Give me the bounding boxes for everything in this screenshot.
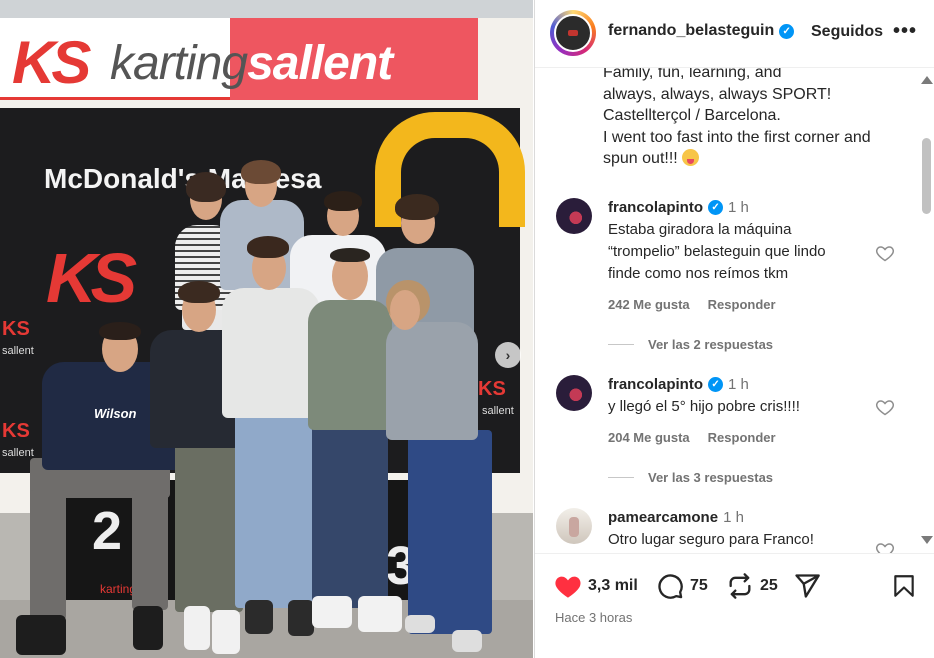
comment-time[interactable]: 1 h: [728, 376, 749, 393]
caption-line: spun out!!!: [603, 150, 678, 167]
comment-header: pamearcamone 1 h: [608, 509, 744, 526]
commenter-username[interactable]: francolapinto: [608, 376, 703, 393]
side-sallent-right: sallent: [482, 405, 514, 417]
author-avatar-image: [554, 14, 592, 52]
view-replies-label: Ver las 2 respuestas: [648, 337, 774, 352]
comment-bubble-icon: [658, 574, 683, 599]
bookmark-icon: [894, 575, 914, 597]
send-paper-plane-icon: [795, 574, 820, 598]
side-ks-logo-right: KS: [478, 378, 506, 400]
repost-button[interactable]: 25: [726, 572, 778, 600]
scrollbar-thumb[interactable]: [922, 138, 931, 214]
podium-brand: karting: [100, 582, 137, 596]
karting-banner: KS kartingsallent: [0, 18, 478, 100]
like-button[interactable]: 3,3 mil: [554, 572, 638, 600]
comment-text: Estaba giradora la máquina “trompelio” b…: [608, 219, 868, 285]
verified-badge-icon: ✓: [708, 200, 724, 215]
comment-meta: 204 Me gusta Responder: [608, 430, 776, 445]
banner-brand-light: karting: [110, 37, 248, 90]
comments-scrollbar[interactable]: [918, 68, 934, 553]
comment-reply-button[interactable]: Responder: [708, 297, 776, 312]
post-caption: Family, fun, learning, and always, alway…: [603, 68, 903, 170]
view-replies-button[interactable]: Ver las 3 respuestas: [608, 470, 773, 485]
shirt-text: Wilson: [94, 406, 137, 421]
scroll-down-arrow-icon[interactable]: [921, 536, 933, 544]
caption-line: Castellterçol / Barcelona.: [603, 107, 781, 124]
banner-brand-text: kartingsallent: [110, 36, 393, 91]
author-username-link[interactable]: fernando_belasteguin ✓: [608, 22, 795, 40]
likes-count: 3,3 mil: [588, 577, 638, 594]
board-ks-logo: KS: [46, 239, 137, 317]
carousel-next-button[interactable]: ›: [495, 342, 521, 368]
verified-badge-icon: ✓: [779, 23, 795, 39]
comment-line: finde como nos reímos tkm: [608, 265, 789, 282]
more-options-icon[interactable]: •••: [893, 20, 917, 43]
commenter-avatar[interactable]: [556, 375, 592, 411]
comment-like-heart-icon[interactable]: [875, 397, 895, 417]
post-header: fernando_belasteguin ✓ Seguidos •••: [535, 0, 934, 68]
comment-likes-count[interactable]: 204 Me gusta: [608, 430, 690, 445]
view-replies-button[interactable]: Ver las 2 respuestas: [608, 337, 773, 352]
side-sallent-left-2: sallent: [2, 447, 34, 459]
post-side-panel: fernando_belasteguin ✓ Seguidos ••• Fami…: [534, 0, 934, 658]
following-button[interactable]: Seguidos: [811, 23, 883, 41]
comment-text: Otro lugar seguro para Franco!: [608, 529, 868, 551]
repost-icon: [729, 573, 751, 599]
tongue-emoji-icon: [681, 149, 699, 166]
comment-text: y llegó el 5° hijo pobre cris!!!!: [608, 396, 868, 418]
verified-badge-icon: ✓: [708, 377, 724, 392]
banner-ks-logo: KS: [12, 29, 91, 96]
heart-filled-icon: [555, 576, 581, 598]
comments-list[interactable]: Family, fun, learning, and always, alway…: [535, 68, 918, 553]
banner-brand-bold: sallent: [247, 37, 393, 90]
commenter-username[interactable]: pamearcamone: [608, 509, 718, 526]
comment-button[interactable]: 75: [656, 572, 708, 600]
commenter-avatar[interactable]: [556, 198, 592, 234]
author-avatar[interactable]: [550, 10, 596, 56]
comment-likes-count[interactable]: 242 Me gusta: [608, 297, 690, 312]
replies-divider: [608, 477, 634, 478]
post-actions-bar: 3,3 mil 75 25 Hace 3 horas: [535, 553, 934, 658]
comment-meta: 242 Me gusta Responder: [608, 297, 776, 312]
commenter-username[interactable]: francolapinto: [608, 199, 703, 216]
side-ks-logo-left-2: KS: [2, 420, 30, 442]
caption-line: always, always, always SPORT!: [603, 85, 832, 103]
comment-line: Estaba giradora la máquina: [608, 221, 792, 238]
save-button[interactable]: [891, 572, 917, 600]
scroll-up-arrow-icon[interactable]: [921, 76, 933, 84]
share-button[interactable]: [793, 572, 821, 600]
caption-line-last: spun out!!!: [603, 148, 903, 170]
reposts-count: 25: [760, 577, 778, 594]
post-time-ago[interactable]: Hace 3 horas: [555, 610, 632, 625]
comment-reply-button[interactable]: Responder: [708, 430, 776, 445]
caption-line: Family, fun, learning, and: [603, 68, 782, 81]
post-photo[interactable]: KS kartingsallent McDonald's Manresa KS …: [0, 0, 533, 658]
commenter-avatar[interactable]: [556, 508, 592, 544]
comment-time[interactable]: 1 h: [728, 199, 749, 216]
podium-number-2: 2: [92, 501, 123, 561]
comment-line: Otro lugar seguro para Franco!: [608, 531, 814, 548]
comment-like-heart-icon[interactable]: [875, 540, 895, 553]
comment-header: francolapinto ✓ 1 h: [608, 199, 749, 216]
comment-time[interactable]: 1 h: [723, 509, 744, 526]
side-ks-logo-left: KS: [2, 318, 30, 340]
comment-line: y llegó el 5° hijo pobre cris!!!!: [608, 398, 800, 415]
caption-line: I went too fast into the first corner an…: [603, 128, 871, 146]
side-sallent-left: sallent: [2, 345, 34, 357]
author-username: fernando_belasteguin: [608, 22, 775, 39]
replies-divider: [608, 344, 634, 345]
view-replies-label: Ver las 3 respuestas: [648, 470, 774, 485]
comment-like-heart-icon[interactable]: [875, 243, 895, 263]
comments-count: 75: [690, 577, 708, 594]
comment-header: francolapinto ✓ 1 h: [608, 376, 749, 393]
photo-sky: [0, 0, 533, 18]
comment-line: “trompelio” belasteguin que lindo: [608, 243, 826, 260]
